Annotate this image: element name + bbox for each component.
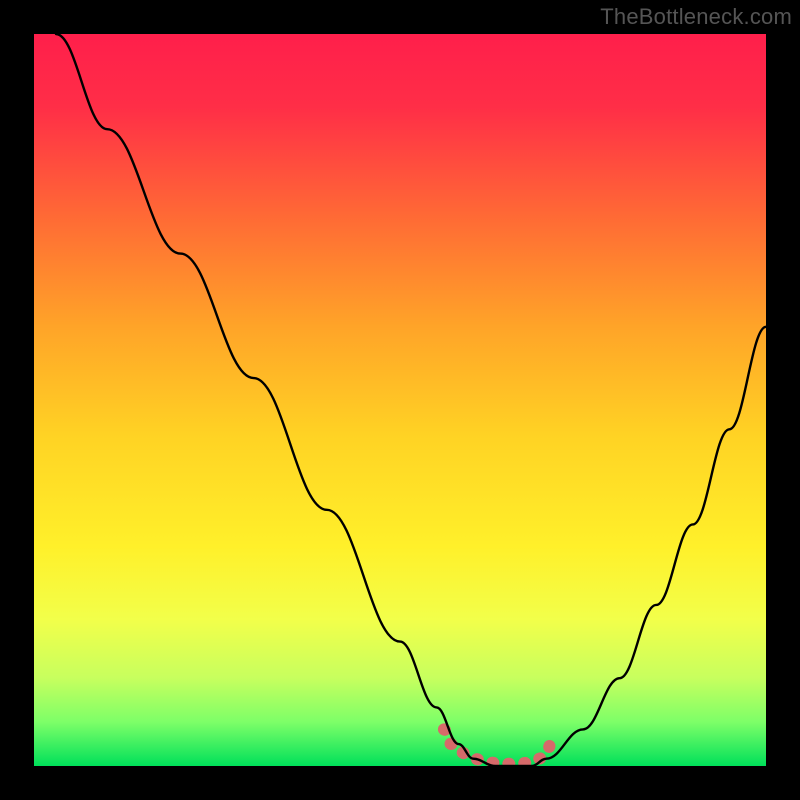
gradient-background: [34, 34, 766, 766]
watermark-text: TheBottleneck.com: [600, 4, 792, 30]
chart-svg: [34, 34, 766, 766]
chart-frame: TheBottleneck.com: [0, 0, 800, 800]
plot-area: [34, 34, 766, 766]
